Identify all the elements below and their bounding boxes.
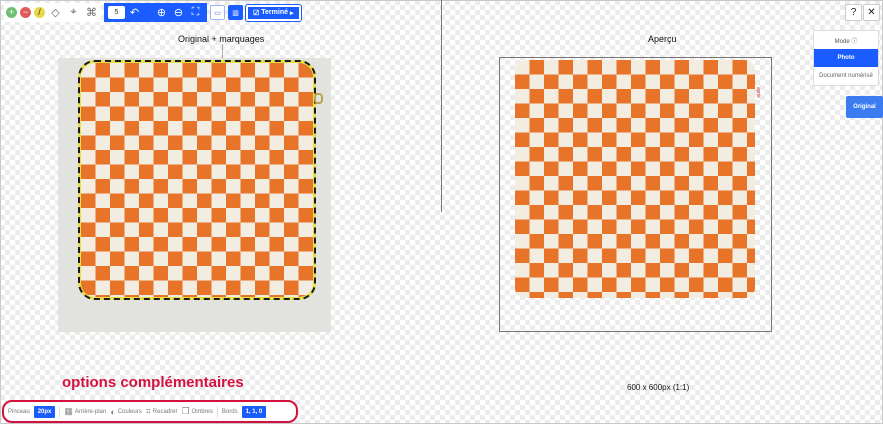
mode-panel: Mode ⓘ Photo Document numérisé: [813, 30, 879, 86]
remove-icon[interactable]: −: [20, 7, 31, 18]
zoom-out-icon[interactable]: ⊖: [171, 5, 186, 20]
edit-tools: 5 ↶ ⊕ ⊖ ⛶: [104, 3, 207, 22]
lasso-icon[interactable]: ⌘: [84, 5, 99, 20]
arrow-right-icon: ▸: [290, 9, 294, 17]
marking-tools: + − / ◇ ⌖ ⌘: [4, 3, 101, 22]
preview-watermark: ayrie: [755, 87, 761, 98]
fit-screen-icon[interactable]: ⛶: [188, 5, 203, 20]
single-view-button[interactable]: ▭: [210, 5, 225, 20]
brush-icon[interactable]: /: [34, 7, 45, 18]
borders-label: Bords: [221, 408, 238, 415]
preview-pillow-image: [515, 60, 755, 298]
shadows-label: Ombres: [191, 408, 213, 415]
preview-title: Aperçu: [648, 34, 677, 44]
magic-select-icon[interactable]: ⌖: [66, 5, 81, 20]
output-dimensions: 600 x 600px (1:1): [627, 383, 690, 392]
colors-label: Couleurs: [117, 408, 142, 415]
brush-size-value[interactable]: 20px: [33, 405, 56, 418]
done-label: Terminé: [261, 9, 288, 16]
divider: [144, 5, 152, 20]
borders-value[interactable]: 1, 1, 0: [241, 405, 267, 418]
close-button[interactable]: ✕: [863, 4, 880, 21]
brush-size-select[interactable]: 5: [108, 6, 125, 19]
check-icon: ☑: [253, 9, 260, 17]
done-button[interactable]: ☑ Terminé ▸: [245, 3, 302, 22]
original-title: Original + marquages: [178, 34, 265, 44]
pillow-tag-marking: [314, 93, 323, 104]
options-bar: Pinceau 20px ▦ Arrière-plan ◐ Couleurs ⌗…: [2, 400, 298, 423]
eraser-icon[interactable]: ◇: [48, 5, 63, 20]
shadows-icon: ❐: [181, 406, 190, 416]
options-title: options complémentaires: [62, 374, 244, 391]
zoom-in-icon[interactable]: ⊕: [154, 5, 169, 20]
crop-icon: ⌗: [145, 406, 151, 416]
split-view-button[interactable]: ▥: [228, 5, 243, 20]
split-divider[interactable]: [441, 0, 442, 212]
background-icon: ▦: [64, 406, 73, 416]
brush-label: Pinceau: [8, 408, 30, 415]
colors-icon: ◐: [110, 406, 116, 417]
undo-icon[interactable]: ↶: [127, 5, 142, 20]
help-button[interactable]: ?: [845, 4, 862, 21]
mode-option-document[interactable]: Document numérisé: [814, 67, 878, 85]
add-icon[interactable]: +: [6, 7, 17, 18]
divider: [59, 405, 61, 418]
title-pointer: [222, 44, 223, 58]
mode-title: Mode ⓘ: [834, 39, 858, 45]
shadows-option[interactable]: ❐ Ombres: [181, 406, 212, 417]
crop-label: Recadrer: [152, 408, 178, 415]
background-option[interactable]: ▦ Arrière-plan: [64, 406, 106, 417]
original-pillow-image[interactable]: [78, 60, 316, 300]
divider: [216, 405, 218, 418]
toolbar: + − / ◇ ⌖ ⌘ 5 ↶ ⊕ ⊖ ⛶ ▭ ▥ ☑ Terminé ▸: [4, 3, 302, 22]
colors-option[interactable]: ◐ Couleurs: [110, 407, 141, 417]
mode-option-photo[interactable]: Photo: [814, 49, 878, 67]
crop-option[interactable]: ⌗ Recadrer: [146, 406, 178, 417]
original-button[interactable]: Original: [846, 96, 883, 118]
background-label: Arrière-plan: [74, 408, 107, 415]
